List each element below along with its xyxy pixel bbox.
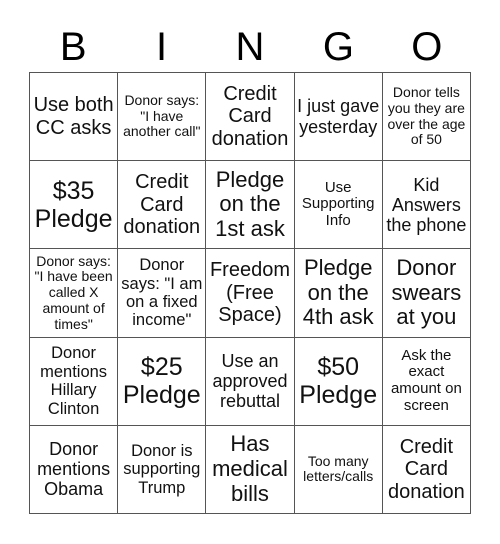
cell-text: Use an approved rebuttal [212,350,288,412]
bingo-cell[interactable]: Donor tells you they are over the age of… [382,73,471,162]
cell-text: Donor says: "I am on a fixed income" [121,256,203,330]
cell-text: Kid Answers the phone [386,174,467,235]
bingo-cell[interactable]: Use Supporting Info [294,161,383,250]
bingo-cell[interactable]: Pledge on the 4th ask [294,249,383,338]
bingo-cell[interactable]: Donor mentions Hillary Clinton [30,337,119,426]
cell-text: Donor says: "I have another call" [123,92,201,140]
header-letter-n: N [235,25,265,69]
bingo-header: B I N G O [29,22,471,72]
bingo-cell[interactable]: Ask the exact amount on screen [382,337,471,426]
bingo-cell[interactable]: Pledge on the 1st ask [206,161,295,250]
bingo-cell[interactable]: I just gave yesterday [294,73,383,162]
bingo-cell[interactable]: Credit Card donation [206,73,295,162]
bingo-grid: Use both CC asks Donor says: "I have ano… [29,72,471,514]
bingo-cell[interactable]: Credit Card donation [382,425,471,514]
cell-text: I just gave yesterday [297,96,380,137]
header-letter-g: G [322,25,354,69]
cell-text: Ask the exact amount on screen [390,346,462,414]
cell-text: Use both CC asks [33,94,114,139]
cell-text: Has medical bills [212,431,288,506]
bingo-cell[interactable]: Too many letters/calls [294,425,383,514]
cell-text: $35 Pledge [34,176,113,233]
cell-text: Donor is supporting Trump [123,441,201,497]
cell-text: Use Supporting Info [301,178,375,230]
cell-text: Donor says: "I have been called X amount… [34,252,113,332]
bingo-cell[interactable]: Kid Answers the phone [382,161,471,250]
bingo-cell[interactable]: Donor says: "I have been called X amount… [30,249,119,338]
cell-text: $50 Pledge [299,353,378,410]
cell-text: Credit Card donation [388,435,465,503]
cell-text: Too many letters/calls [303,452,374,485]
bingo-cell[interactable]: $50 Pledge [294,337,383,426]
cell-text: Donor tells you they are over the age of… [387,84,466,148]
cell-text: Pledge on the 1st ask [215,166,285,242]
bingo-cell[interactable]: Donor swears at you [382,249,471,338]
cell-text: Donor mentions Hillary Clinton [40,344,108,418]
bingo-cell[interactable]: $25 Pledge [118,337,207,426]
bingo-cell[interactable]: Donor says: "I am on a fixed income" [118,249,207,338]
bingo-cell[interactable]: Credit Card donation [118,161,207,250]
header-letter-i: I [156,25,168,69]
bingo-cell[interactable]: Use an approved rebuttal [206,337,295,426]
header-letter-b: B [59,25,87,69]
bingo-cell[interactable]: Donor mentions Obama [30,425,119,514]
cell-text: $25 Pledge [122,353,201,410]
bingo-cell[interactable]: Has medical bills [206,425,295,514]
bingo-cell free-space[interactable]: Freedom (Free Space) [206,249,295,338]
bingo-cell[interactable]: Use both CC asks [30,73,119,162]
cell-text: Pledge on the 4th ask [302,255,374,330]
bingo-cell[interactable]: Donor is supporting Trump [118,425,207,514]
cell-text: Freedom (Free Space) [209,259,290,327]
header-letter-o: O [411,25,443,69]
cell-text: Credit Card donation [211,83,289,150]
cell-text: Donor mentions Obama [37,439,111,500]
cell-text: Donor swears at you [391,255,462,330]
cell-text: Credit Card donation [123,171,201,238]
bingo-cell[interactable]: $35 Pledge [30,161,119,250]
bingo-cell[interactable]: Donor says: "I have another call" [118,73,207,162]
